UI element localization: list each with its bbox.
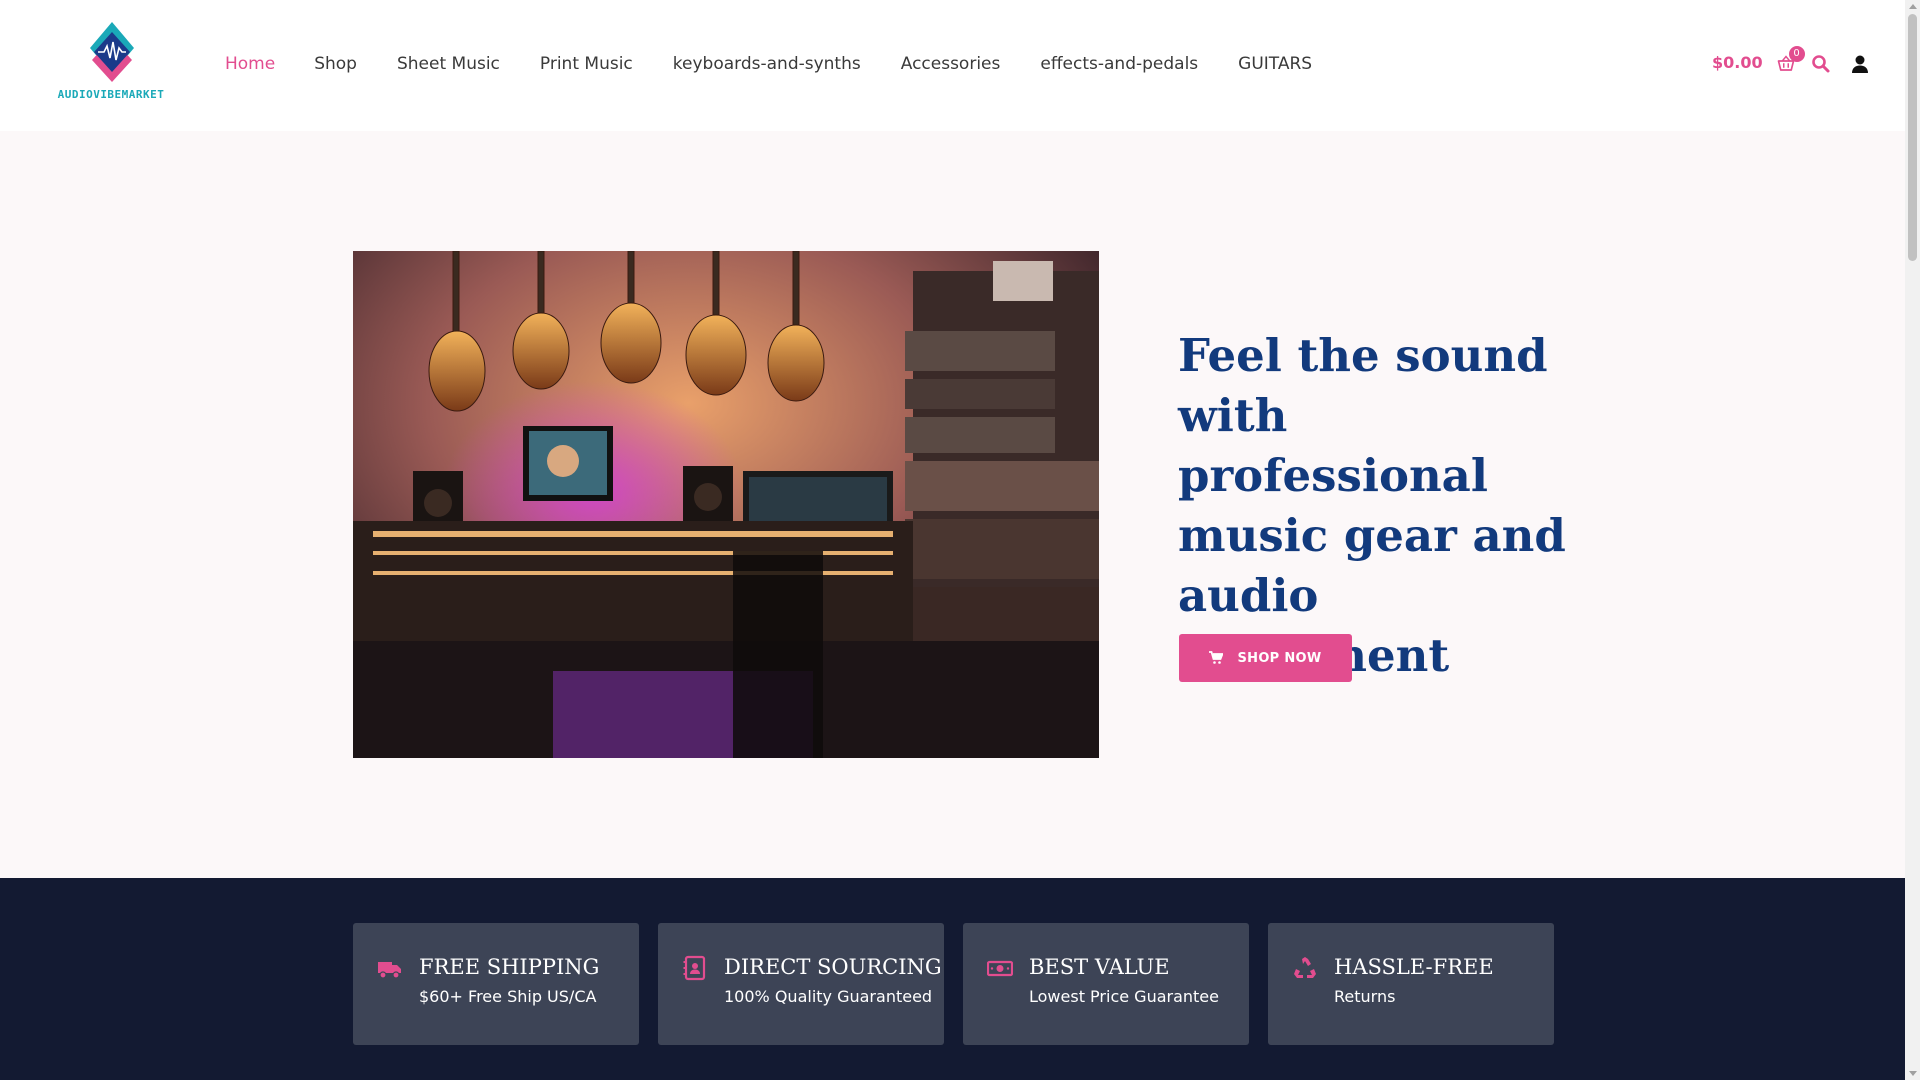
- cart-icon: 0: [1777, 46, 1805, 72]
- hero-image: [353, 251, 1099, 758]
- nav-item-guitars[interactable]: GUITARS: [1238, 54, 1312, 78]
- feature-title: DIRECT SOURCING: [724, 955, 942, 979]
- logo-text: AUDIOVIBEMARKET: [57, 88, 165, 101]
- feature-card-free-shipping: FREE SHIPPING $60+ Free Ship US/CA: [353, 923, 639, 1045]
- hero-title: Feel the sound with professional music g…: [1178, 329, 1566, 682]
- contact-book-icon: [683, 955, 706, 981]
- logo-mark-icon: [90, 22, 134, 82]
- shop-now-label: SHOP NOW: [1237, 650, 1322, 666]
- feature-card-hassle-free: HASSLE-FREE Returns: [1268, 923, 1554, 1045]
- features-band: FREE SHIPPING $60+ Free Ship US/CA DIREC…: [0, 878, 1905, 1080]
- user-icon[interactable]: [1850, 54, 1870, 74]
- nav-item-home[interactable]: Home: [225, 54, 275, 78]
- site-logo[interactable]: AUDIOVIBEMARKET: [36, 20, 186, 106]
- feature-subtitle: Returns: [1334, 987, 1396, 1006]
- feature-title: FREE SHIPPING: [419, 955, 600, 979]
- feature-subtitle: Lowest Price Guarantee: [1029, 987, 1219, 1006]
- nav-item-print-music[interactable]: Print Music: [540, 54, 633, 78]
- feature-title: HASSLE-FREE: [1334, 955, 1494, 979]
- nav-item-keyboards-and-synths[interactable]: keyboards-and-synths: [673, 54, 861, 78]
- nav-item-effects-and-pedals[interactable]: effects-and-pedals: [1040, 54, 1198, 78]
- cart-icon: [1209, 651, 1224, 664]
- nav-item-shop[interactable]: Shop: [314, 54, 357, 78]
- search-icon[interactable]: [1811, 54, 1831, 74]
- shop-now-button[interactable]: SHOP NOW: [1179, 634, 1352, 682]
- feature-subtitle: 100% Quality Guaranteed: [724, 987, 933, 1006]
- page-scrollbar[interactable]: [1905, 0, 1920, 1080]
- cart-link[interactable]: $0.00 0: [1712, 46, 1805, 72]
- feature-title: BEST VALUE: [1029, 955, 1170, 979]
- scroll-up-arrow-icon[interactable]: [1909, 4, 1917, 9]
- feature-subtitle: $60+ Free Ship US/CA: [419, 987, 597, 1006]
- feature-card-best-value: BEST VALUE Lowest Price Guarantee: [963, 923, 1249, 1045]
- cart-count-badge: 0: [1788, 46, 1805, 62]
- money-bill-icon: [987, 960, 1013, 977]
- truck-icon: [378, 962, 401, 979]
- nav-item-sheet-music[interactable]: Sheet Music: [397, 54, 500, 78]
- scrollbar-thumb[interactable]: [1908, 14, 1917, 261]
- feature-card-direct-sourcing: DIRECT SOURCING 100% Quality Guaranteed: [658, 923, 944, 1045]
- main-nav: Home Shop Sheet Music Print Music keyboa…: [225, 54, 1312, 78]
- scroll-down-arrow-icon[interactable]: [1909, 1071, 1917, 1076]
- cart-total: $0.00: [1712, 52, 1763, 72]
- recycle-icon: [1294, 957, 1316, 978]
- site-header: AUDIOVIBEMARKET Home Shop Sheet Music Pr…: [0, 0, 1905, 131]
- nav-item-accessories[interactable]: Accessories: [901, 54, 1001, 78]
